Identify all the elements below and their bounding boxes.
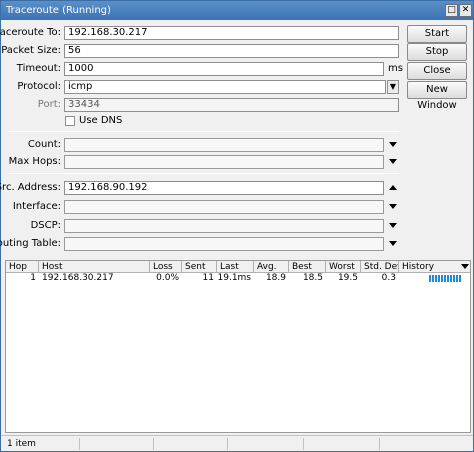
max-hops-input[interactable]: [64, 155, 384, 169]
protocol-dropdown-button[interactable]: ▼: [387, 80, 399, 94]
title-bar[interactable]: Traceroute (Running) □ ✕: [1, 1, 473, 20]
close-button[interactable]: Close: [407, 62, 467, 80]
column-header-worst[interactable]: Worst: [326, 261, 361, 273]
status-divider: [227, 438, 228, 450]
column-header-loss[interactable]: Loss: [150, 261, 182, 273]
timeout-input[interactable]: 1000: [64, 62, 384, 76]
cell-sent: 11: [202, 273, 214, 283]
interface-select[interactable]: [64, 200, 384, 214]
new-window-button[interactable]: New Window: [407, 81, 467, 111]
src-address-row: Src. Address:: [0, 181, 61, 196]
count-input[interactable]: [64, 138, 384, 152]
interface-row: Interface:: [1, 200, 61, 215]
history-sparkline: [429, 275, 461, 282]
interface-label: Interface:: [12, 201, 61, 212]
use-dns-label: Use DNS: [79, 115, 123, 126]
chevron-down-icon: ▼: [389, 82, 397, 91]
src-address-label: Src. Address:: [0, 182, 61, 193]
dscp-label: DSCP:: [30, 220, 61, 231]
cell-hop: 1: [30, 273, 36, 283]
timeout-label: Timeout:: [16, 63, 61, 74]
routing-table-label: Routing Table:: [0, 238, 61, 249]
port-row: Port:: [1, 98, 61, 113]
cell-loss: 0.0%: [156, 273, 179, 283]
traceroute-to-input[interactable]: 192.168.30.217: [64, 26, 399, 40]
timeout-row: Timeout:: [1, 62, 61, 77]
packet-size-input[interactable]: 56: [64, 44, 399, 58]
timeout-unit: ms: [388, 63, 403, 74]
column-header-host[interactable]: Host: [39, 261, 150, 273]
window-title: Traceroute (Running): [6, 5, 111, 16]
results-table: Hop Host Loss Sent Last Avg. Best Worst …: [5, 260, 471, 433]
max-hops-toggle-icon[interactable]: [389, 159, 397, 164]
stop-button[interactable]: Stop: [407, 43, 467, 61]
close-window-button[interactable]: ✕: [459, 4, 472, 17]
status-bar: 1 item: [1, 435, 473, 451]
column-header-history[interactable]: History: [399, 261, 470, 273]
traceroute-window: Traceroute (Running) □ ✕ Traceroute To: …: [0, 0, 474, 452]
protocol-row: Protocol:: [1, 80, 61, 95]
cell-avg: 18.9: [265, 273, 286, 283]
cell-last: 19.1ms: [217, 273, 252, 283]
port-label: Port:: [37, 99, 61, 110]
status-divider: [153, 438, 154, 450]
column-header-hop[interactable]: Hop: [6, 261, 39, 273]
routing-table-row: Routing Table:: [0, 237, 61, 252]
src-address-input[interactable]: 192.168.90.192: [64, 181, 384, 195]
max-hops-row: Max Hops:: [1, 155, 61, 170]
packet-size-row: Packet Size:: [1, 44, 61, 59]
dscp-toggle-icon[interactable]: [389, 223, 397, 228]
status-divider: [379, 438, 380, 450]
table-header: Hop Host Loss Sent Last Avg. Best Worst …: [6, 261, 470, 273]
src-address-toggle-icon[interactable]: [389, 185, 397, 190]
traceroute-to-row: Traceroute To:: [0, 26, 61, 41]
separator: [9, 131, 399, 132]
dscp-row: DSCP:: [1, 219, 61, 234]
column-header-best[interactable]: Best: [289, 261, 326, 273]
maximize-button[interactable]: □: [445, 4, 458, 17]
separator: [9, 173, 399, 174]
start-button[interactable]: Start: [407, 25, 467, 43]
items-count: 1 item: [7, 439, 36, 449]
column-header-avg[interactable]: Avg.: [254, 261, 289, 273]
use-dns-checkbox[interactable]: [65, 116, 75, 126]
cell-best: 18.5: [302, 273, 323, 283]
protocol-select[interactable]: icmp: [64, 80, 386, 94]
cell-worst: 19.5: [337, 273, 358, 283]
dscp-input[interactable]: [64, 219, 384, 233]
column-header-last[interactable]: Last: [217, 261, 254, 273]
count-label: Count:: [27, 139, 61, 150]
table-row[interactable]: 1 192.168.30.217 0.0% 11 19.1ms 18.9 18.…: [6, 273, 470, 284]
count-toggle-icon[interactable]: [389, 142, 397, 147]
status-divider: [303, 438, 304, 450]
port-input: 33434: [64, 98, 399, 112]
routing-table-toggle-icon[interactable]: [389, 241, 397, 246]
max-hops-label: Max Hops:: [8, 156, 61, 167]
column-header-std-dev[interactable]: Std. Dev.: [361, 261, 399, 273]
column-header-sent[interactable]: Sent: [182, 261, 217, 273]
interface-toggle-icon[interactable]: [389, 204, 397, 209]
cell-std-dev: 0.3: [381, 273, 396, 283]
protocol-label: Protocol:: [17, 81, 61, 92]
cell-host: 192.168.30.217: [42, 273, 114, 283]
status-divider: [79, 438, 80, 450]
routing-table-select[interactable]: [64, 237, 384, 251]
column-menu-icon[interactable]: [461, 264, 469, 269]
count-row: Count:: [1, 138, 61, 153]
traceroute-to-label: Traceroute To:: [0, 27, 61, 38]
packet-size-label: Packet Size:: [1, 45, 61, 56]
